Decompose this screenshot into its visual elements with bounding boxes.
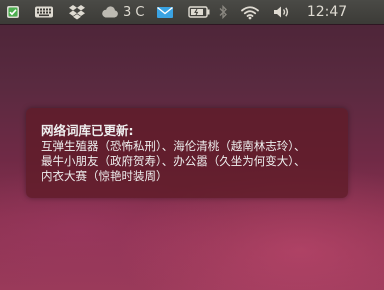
battery-icon <box>188 6 210 18</box>
network-indicator[interactable] <box>238 0 262 24</box>
sound-indicator[interactable] <box>270 0 294 24</box>
weather-cloud-icon <box>102 6 118 18</box>
notification-bubble: 网络词库已更新: 互弹生殖器（恐怖私刑）、海伦清桃（越南林志玲）、 最牛小朋友（… <box>26 108 348 198</box>
wifi-signal-icon <box>241 5 259 19</box>
messaging-indicator[interactable] <box>153 0 177 24</box>
update-checkmark-icon <box>7 6 19 18</box>
bluetooth-indicator[interactable] <box>214 0 232 24</box>
clock-indicator[interactable]: 12:47 <box>304 0 350 24</box>
bluetooth-icon <box>219 4 227 20</box>
clock-time: 12:47 <box>306 4 348 20</box>
notification-body: 互弹生殖器（恐怖私刑）、海伦清桃（越南林志玲）、 最牛小朋友（政府贺寿）、办公嚣… <box>41 139 306 183</box>
volume-speaker-icon <box>274 6 289 18</box>
top-panel: 3 C 12:47 <box>0 0 384 24</box>
notification-title: 网络词库已更新: <box>41 123 134 138</box>
dropbox-icon <box>69 5 85 20</box>
dropbox-indicator[interactable] <box>66 0 88 24</box>
keyboard-indicator[interactable] <box>32 0 56 24</box>
battery-indicator[interactable] <box>186 0 212 24</box>
weather-indicator[interactable]: 3 C <box>100 0 148 24</box>
keyboard-icon <box>35 6 53 18</box>
mail-envelope-icon <box>157 6 173 18</box>
weather-temperature: 3 C <box>123 4 145 20</box>
update-indicator[interactable] <box>4 0 22 24</box>
